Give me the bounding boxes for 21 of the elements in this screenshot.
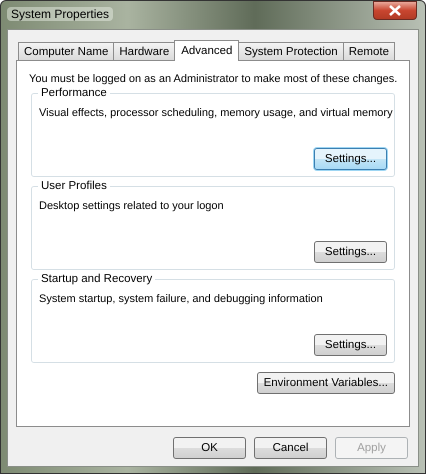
tab[interactable]: System Protection (238, 42, 344, 60)
notice-text: You must be logged on as an Administrator to make most of these changes. (29, 73, 398, 85)
tab[interactable]: Advanced (174, 40, 240, 61)
settings-button[interactable]: Settings... (314, 334, 387, 356)
group-description: System startup, system failure, and debugging information (39, 293, 323, 305)
environment-variables-button[interactable]: Environment Variables... (256, 372, 395, 394)
settings-button[interactable]: Settings... (314, 241, 387, 263)
group-title: Startup and Recovery (38, 273, 156, 285)
dialog-button[interactable]: Cancel (254, 437, 327, 459)
window-title: System Properties (7, 7, 114, 21)
group-description: Visual effects, processor scheduling, memory usage, and virtual memory (39, 107, 393, 119)
tab[interactable]: Computer Name (18, 42, 114, 60)
dialog-button[interactable]: OK (173, 437, 246, 459)
tab[interactable]: Hardware (113, 42, 176, 60)
group-description: Desktop settings related to your logon (39, 200, 224, 212)
group-title: Performance (38, 87, 110, 99)
group-title: User Profiles (38, 180, 110, 192)
settings-button[interactable]: Settings... (314, 148, 387, 170)
close-icon (389, 5, 401, 16)
close-button[interactable] (373, 1, 417, 20)
tab[interactable]: Remote (342, 42, 395, 60)
